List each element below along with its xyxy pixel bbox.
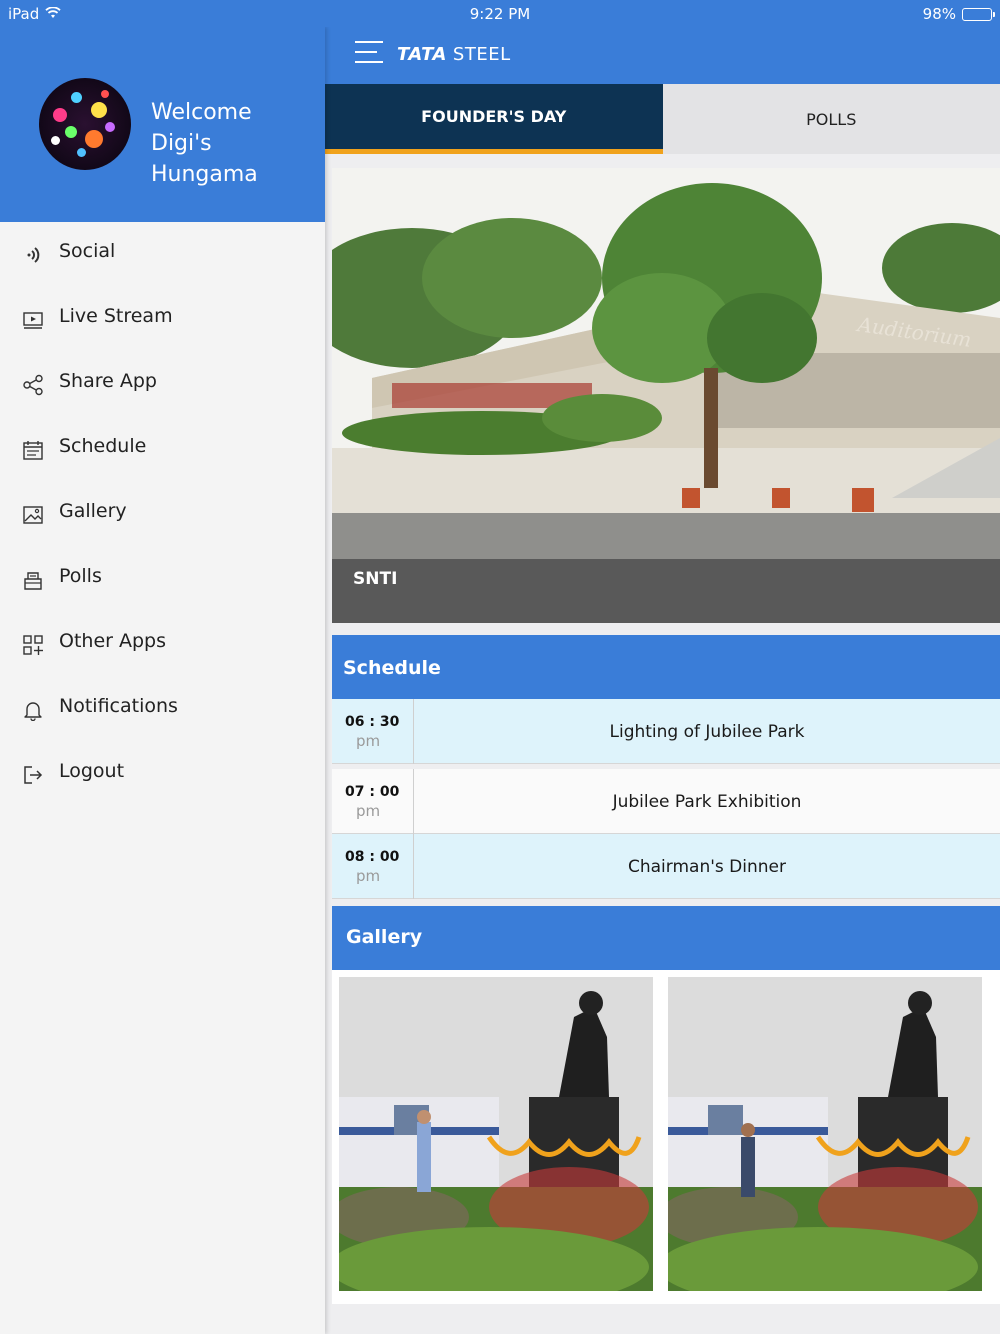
status-bar: iPad 9:22 PM 98% — [0, 0, 1000, 27]
schedule-row[interactable]: 07 : 00 pm Jubilee Park Exhibition — [332, 769, 1000, 834]
gallery-title: Gallery — [346, 926, 423, 948]
schedule-ampm: pm — [356, 867, 381, 885]
gallery-grid — [332, 970, 1000, 1304]
menu-item-schedule[interactable]: Schedule — [0, 417, 325, 482]
schedule-time-cell: 08 : 00 pm — [332, 834, 414, 899]
schedule-event: Jubilee Park Exhibition — [612, 791, 802, 812]
schedule-ampm: pm — [356, 802, 381, 820]
menu-label: Share App — [59, 370, 157, 392]
menu-label: Polls — [59, 565, 102, 587]
schedule-time-cell: 06 : 30 pm — [332, 699, 414, 764]
menu-item-other-apps[interactable]: Other Apps — [0, 612, 325, 677]
tab-founders-day[interactable]: FOUNDER'S DAY — [325, 84, 663, 154]
brand-logo: TATA STEEL — [397, 44, 511, 65]
social-icon — [22, 244, 44, 266]
gallery-photo[interactable] — [339, 977, 653, 1291]
side-drawer: Welcome Digi's Hungama Social Live Strea… — [0, 27, 325, 1334]
menu-label: Notifications — [59, 695, 178, 717]
logout-icon — [22, 764, 44, 786]
hero-caption-bar: SNTI — [332, 559, 1000, 623]
menu-label: Gallery — [59, 500, 127, 522]
tab-bar: FOUNDER'S DAY POLLS — [325, 84, 1000, 154]
gallery-header: Gallery — [332, 906, 1000, 970]
menu-label: Other Apps — [59, 630, 167, 652]
menu-item-live-stream[interactable]: Live Stream — [0, 287, 325, 352]
hero-caption: SNTI — [353, 569, 398, 589]
bell-icon — [22, 699, 44, 722]
schedule-ampm: pm — [356, 732, 381, 750]
menu-item-share-app[interactable]: Share App — [0, 352, 325, 417]
hamburger-menu-icon[interactable] — [355, 41, 383, 67]
schedule-row[interactable]: 08 : 00 pm Chairman's Dinner — [332, 834, 1000, 899]
schedule-title: Schedule — [343, 657, 441, 679]
drawer-header: Welcome Digi's Hungama — [0, 27, 325, 222]
menu-item-polls[interactable]: Polls — [0, 547, 325, 612]
welcome-label: Welcome — [151, 100, 252, 125]
schedule-time: 06 : 30 — [345, 714, 400, 730]
menu-item-notifications[interactable]: Notifications — [0, 677, 325, 742]
user-name: Digi's Hungama — [151, 131, 258, 187]
schedule-time: 08 : 00 — [345, 849, 400, 865]
menu-label: Social — [59, 240, 116, 262]
battery-percent: 98% — [922, 5, 956, 23]
drawer-menu: Social Live Stream Share App Schedule Ga… — [0, 222, 325, 807]
menu-item-gallery[interactable]: Gallery — [0, 482, 325, 547]
schedule-event: Chairman's Dinner — [628, 856, 786, 877]
menu-item-social[interactable]: Social — [0, 222, 325, 287]
menu-label: Live Stream — [59, 305, 173, 327]
menu-item-logout[interactable]: Logout — [0, 742, 325, 807]
schedule-time: 07 : 00 — [345, 784, 400, 800]
schedule-row[interactable]: 06 : 30 pm Lighting of Jubilee Park — [332, 699, 1000, 764]
apps-grid-icon — [22, 634, 44, 656]
polls-icon — [22, 569, 44, 591]
schedule-header: Schedule — [332, 635, 1000, 699]
schedule-event: Lighting of Jubilee Park — [609, 721, 805, 742]
menu-label: Schedule — [59, 435, 147, 457]
schedule-time-cell: 07 : 00 pm — [332, 769, 414, 834]
avatar[interactable] — [39, 78, 131, 170]
brand-rest: STEEL — [452, 44, 511, 65]
clock: 9:22 PM — [469, 5, 531, 23]
tab-polls[interactable]: POLLS — [662, 84, 1000, 154]
brand-bold: TATA — [397, 44, 447, 65]
gallery-photo[interactable] — [668, 977, 982, 1291]
menu-label: Logout — [59, 760, 125, 782]
welcome-text: Welcome Digi's Hungama — [151, 97, 325, 190]
gallery-icon — [22, 504, 44, 526]
top-nav-bar: TATA STEEL — [325, 27, 1000, 84]
venue-photo: Auditorium — [332, 168, 1000, 559]
live-stream-icon — [22, 309, 44, 331]
calendar-icon — [22, 439, 44, 461]
share-icon — [22, 374, 44, 396]
battery-icon — [962, 7, 995, 21]
hero-image-card[interactable]: Auditorium SNTI — [332, 168, 1000, 623]
